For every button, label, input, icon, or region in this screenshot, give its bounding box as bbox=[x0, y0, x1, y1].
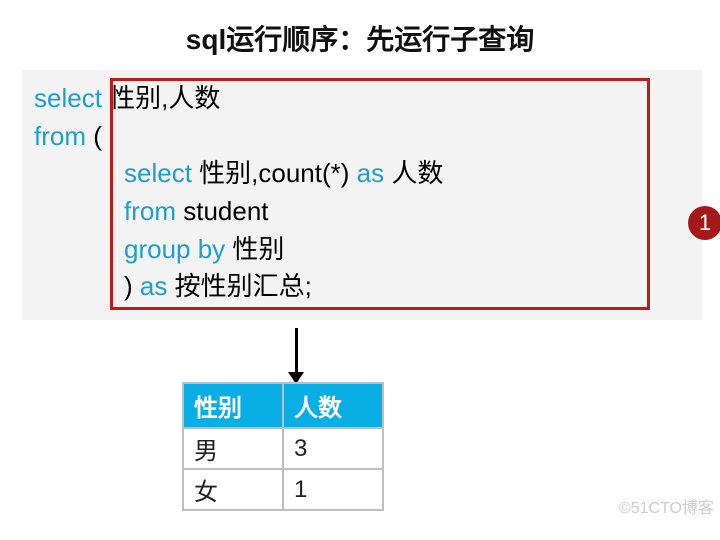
sql-code-block: 1 select 性别,人数 from ( select 性别,count(*)… bbox=[22, 70, 702, 320]
cell-count: 3 bbox=[283, 428, 383, 469]
table-row: 男 3 bbox=[183, 428, 383, 469]
result-table: 性别 人数 男 3 女 1 bbox=[182, 382, 384, 511]
header-gender: 性别 bbox=[183, 383, 283, 428]
open-paren: ( bbox=[86, 121, 102, 151]
flow-arrow-icon bbox=[288, 328, 304, 384]
cell-gender: 女 bbox=[183, 469, 283, 510]
table-row: 女 1 bbox=[183, 469, 383, 510]
step-1-badge: 1 bbox=[688, 206, 720, 240]
watermark: ©51CTO博客 bbox=[619, 494, 714, 518]
header-count: 人数 bbox=[283, 383, 383, 428]
subquery-highlight-box bbox=[110, 78, 650, 310]
table-header-row: 性别 人数 bbox=[183, 383, 383, 428]
cell-gender: 男 bbox=[183, 428, 283, 469]
select-keyword: select bbox=[34, 83, 102, 113]
page-title: sql运行顺序：先运行子查询 bbox=[0, 0, 720, 70]
from-keyword: from bbox=[34, 121, 86, 151]
cell-count: 1 bbox=[283, 469, 383, 510]
